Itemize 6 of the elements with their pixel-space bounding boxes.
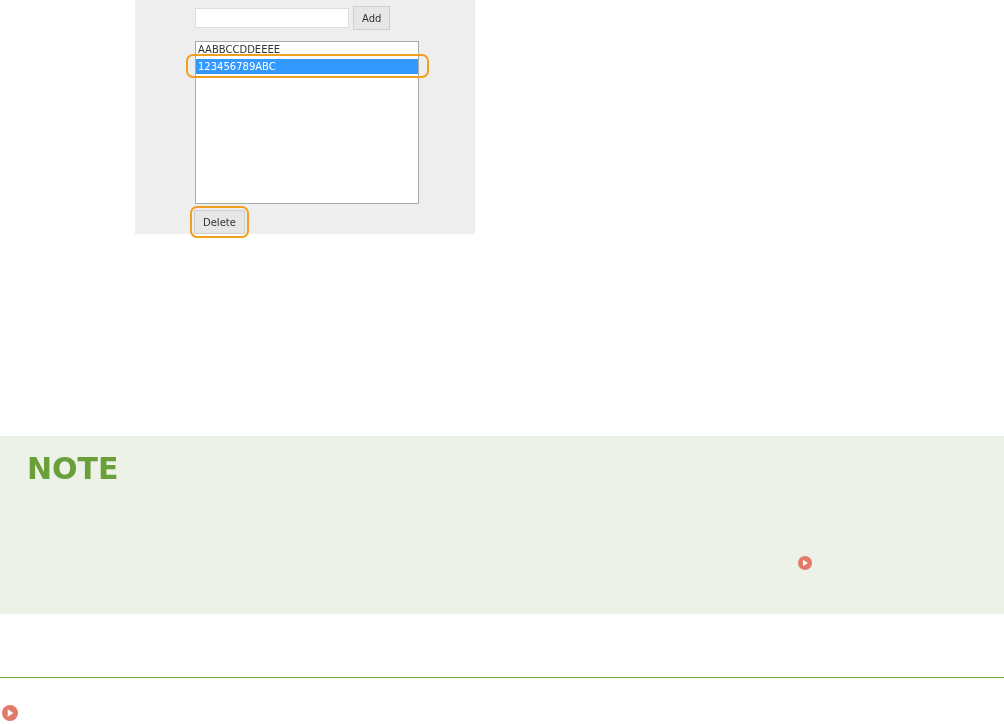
input-field[interactable]: [195, 8, 349, 28]
delete-button[interactable]: Delete: [194, 210, 245, 234]
list-box[interactable]: AABBCCDDEEEE 123456789ABC: [195, 41, 419, 204]
add-button[interactable]: Add: [353, 6, 391, 30]
note-title: NOTE: [27, 452, 119, 486]
list-item[interactable]: AABBCCDDEEEE: [196, 42, 418, 57]
